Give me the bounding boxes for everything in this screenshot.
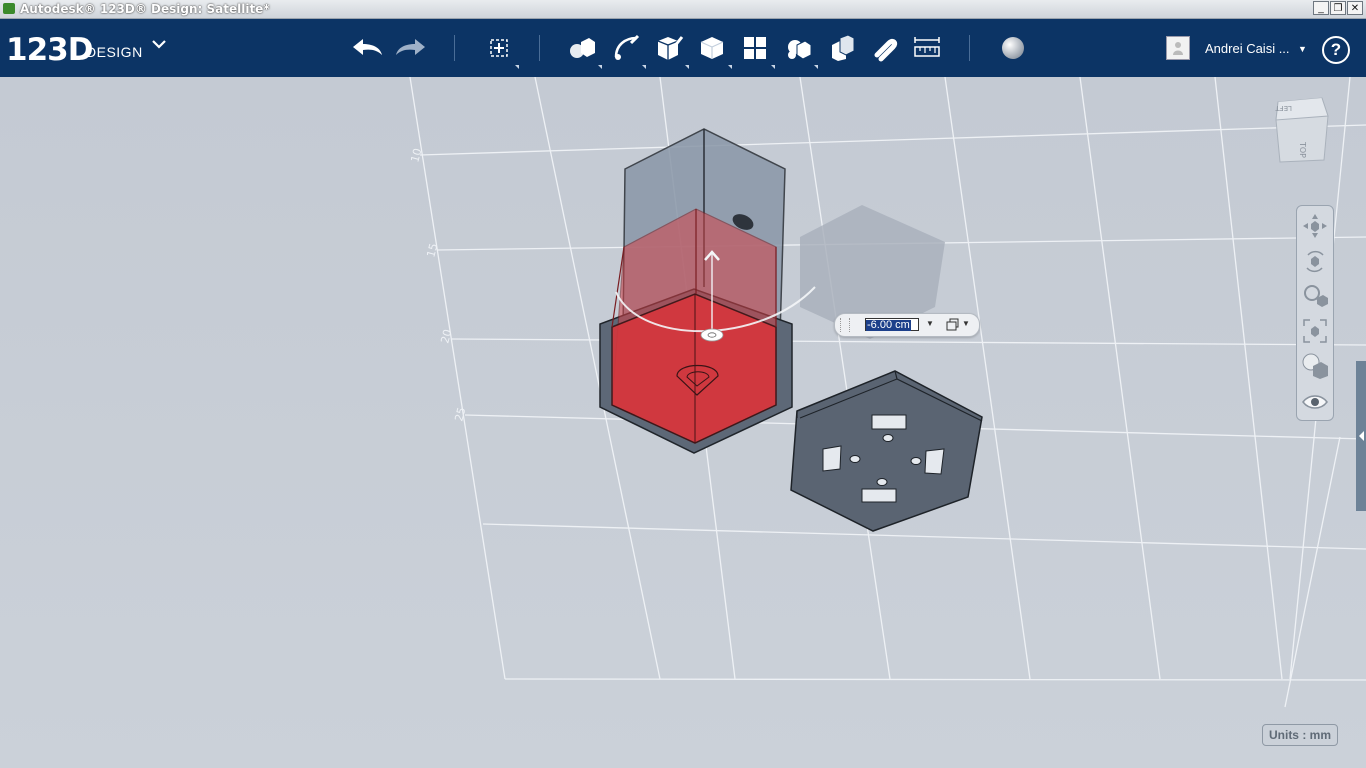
user-name[interactable]: Andrei Caisi ... [1205, 41, 1290, 56]
viewcube-left-face: LEFT [1275, 104, 1292, 112]
restore-button[interactable]: ❐ [1330, 1, 1346, 15]
measure-icon[interactable] [910, 31, 944, 65]
distance-value: -6.00 cm [866, 319, 911, 331]
sketch-icon[interactable] [609, 31, 646, 69]
workplane-grid: 10 15 20 25 [0, 77, 1366, 768]
material-sphere-icon[interactable] [996, 31, 1030, 65]
fit-icon[interactable] [1301, 317, 1329, 345]
units-button[interactable]: Units : mm [1262, 724, 1338, 746]
brand-word: DESIGN [86, 44, 143, 60]
user-menu-caret-icon[interactable]: ▼ [1298, 44, 1307, 54]
dimension-input-box: -6.00 cm ▼ ▼ [834, 313, 980, 337]
construct-icon[interactable] [652, 31, 689, 69]
snap-options-icon[interactable] [945, 318, 959, 332]
zoom-icon[interactable] [1301, 282, 1329, 310]
app-menu-button[interactable]: 123D DESIGN [6, 32, 166, 68]
viewcube-top-face: TOP [1298, 141, 1307, 158]
drag-grip-icon[interactable] [840, 318, 850, 332]
pattern-icon[interactable] [738, 31, 775, 69]
app-icon [3, 3, 15, 14]
snap-icon[interactable] [867, 31, 901, 65]
side-panel-toggle[interactable] [1356, 361, 1366, 511]
undo-icon[interactable] [350, 31, 384, 65]
toolbar-separator [539, 35, 540, 61]
distance-dropdown-caret-icon[interactable]: ▼ [926, 319, 934, 328]
toolbar-separator [969, 35, 970, 61]
toolbar-separator [454, 35, 455, 61]
brand-number: 123D [6, 32, 93, 68]
primitives-icon[interactable] [565, 31, 602, 69]
main-toolbar: 123D DESIGN Andrei Caisi ... ▼ ? [0, 19, 1366, 77]
user-avatar-icon[interactable] [1166, 36, 1190, 60]
window-title: Autodesk® 123D® Design: Satellite* [20, 2, 270, 16]
close-button[interactable]: ✕ [1347, 1, 1363, 15]
view-cube[interactable]: LEFT TOP [1272, 96, 1332, 173]
title-bar: Autodesk® 123D® Design: Satellite* _ ❐ ✕ [0, 0, 1366, 19]
chevron-down-icon [152, 36, 166, 54]
grouping-icon[interactable] [781, 31, 818, 69]
visibility-eye-icon[interactable] [1301, 388, 1329, 416]
snap-dropdown-caret-icon[interactable]: ▼ [962, 319, 970, 328]
minimize-button[interactable]: _ [1313, 1, 1329, 15]
redo-icon[interactable] [394, 31, 428, 65]
modify-icon[interactable] [695, 31, 732, 69]
help-button[interactable]: ? [1322, 36, 1350, 64]
transform-icon[interactable] [482, 31, 519, 69]
3d-viewport[interactable]: 10 15 20 25 [0, 77, 1366, 768]
pan-icon[interactable] [1301, 212, 1329, 240]
combine-icon[interactable] [824, 31, 858, 65]
view-mode-icon[interactable] [1301, 352, 1329, 380]
distance-input[interactable]: -6.00 cm [865, 318, 919, 331]
orbit-icon[interactable] [1301, 247, 1329, 275]
navigation-bar [1296, 205, 1334, 421]
